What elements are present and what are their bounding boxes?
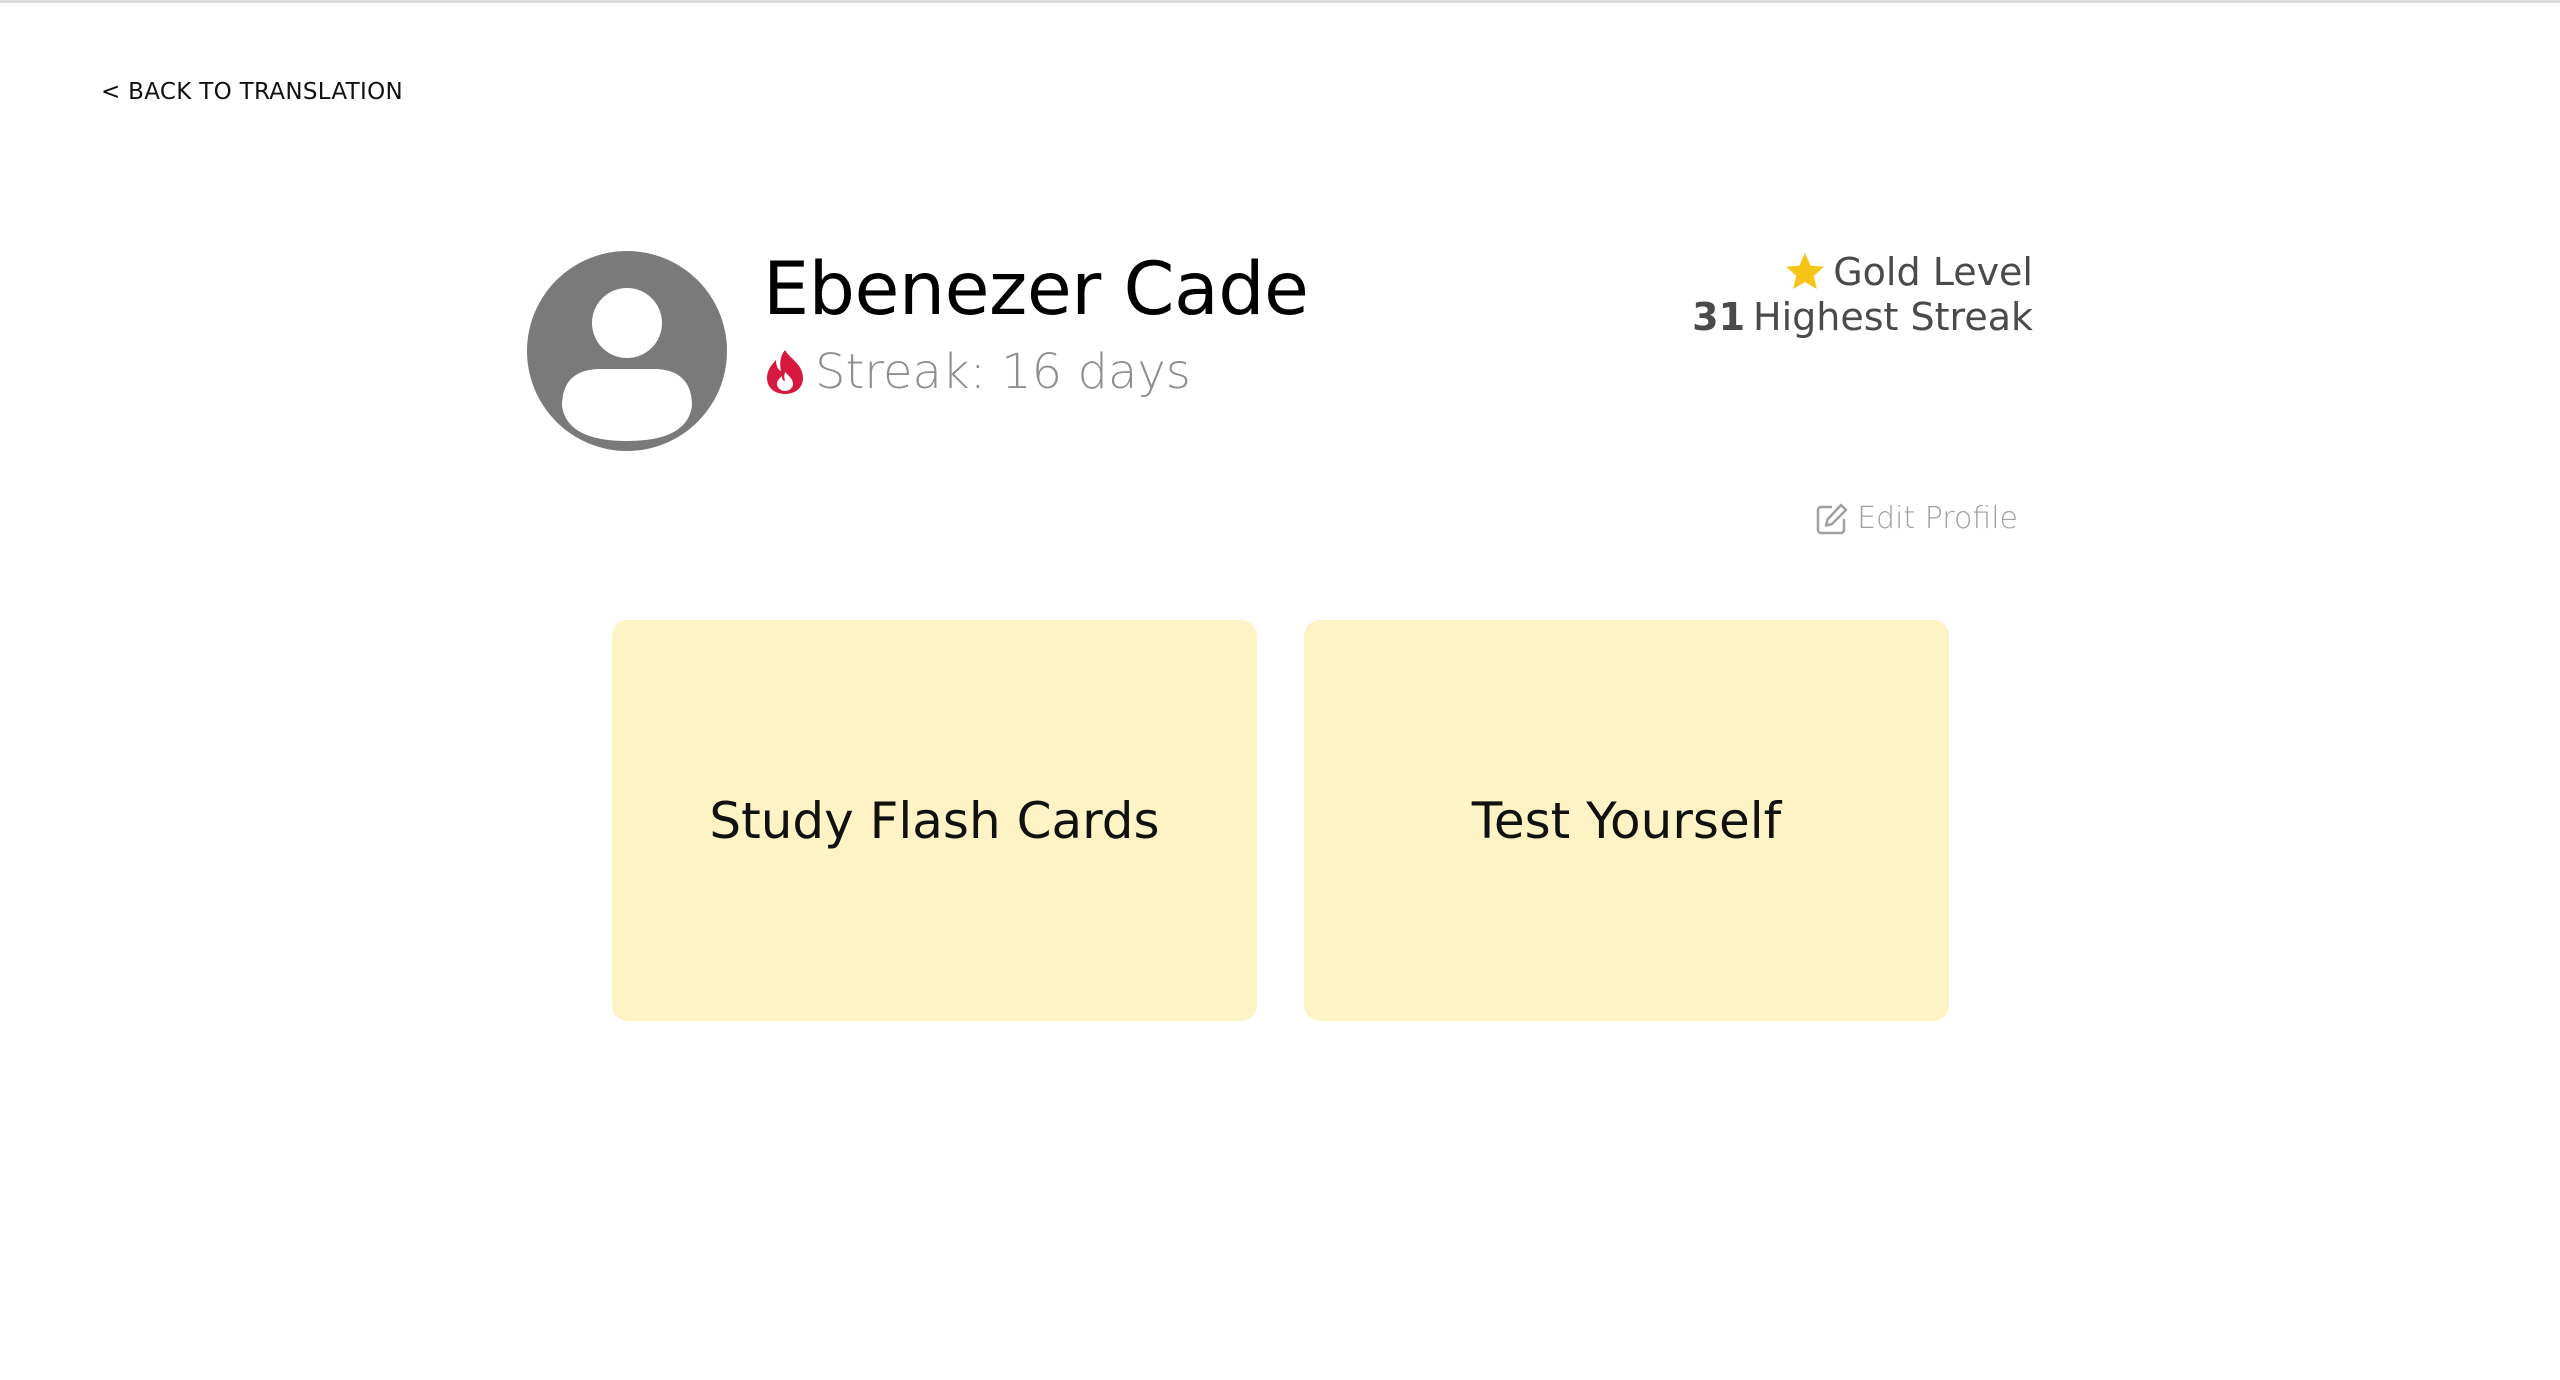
edit-profile-label: Edit Profile (1857, 501, 2018, 536)
highest-streak-label: Highest Streak (1753, 295, 2033, 339)
test-yourself-card[interactable]: Test Yourself (1304, 620, 1949, 1021)
test-yourself-label: Test Yourself (1471, 791, 1782, 850)
level-text: Gold Level (1833, 250, 2033, 294)
study-flash-cards-label: Study Flash Cards (709, 791, 1160, 850)
user-name: Ebenezer Cade (763, 247, 1309, 332)
edit-profile-button[interactable]: Edit Profile (1815, 501, 2018, 536)
user-avatar-icon (562, 288, 692, 441)
flame-icon (767, 350, 803, 394)
highest-streak-value: 31 (1692, 295, 1746, 339)
study-flash-cards-card[interactable]: Study Flash Cards (612, 620, 1257, 1021)
streak-info: Streak: 16 days (763, 344, 1191, 400)
avatar (527, 251, 727, 451)
edit-icon (1816, 503, 1848, 534)
profile-page: < BACK TO TRANSLATION Ebenezer Cade Stre… (0, 0, 2560, 1380)
level-info: Gold Level (1783, 250, 2033, 294)
star-icon (1786, 253, 1825, 289)
streak-text: Streak: 16 days (815, 344, 1191, 400)
highest-streak: 31 Highest Streak (1692, 295, 2033, 339)
top-divider (0, 0, 2560, 3)
back-to-translation-link[interactable]: < BACK TO TRANSLATION (101, 79, 403, 105)
